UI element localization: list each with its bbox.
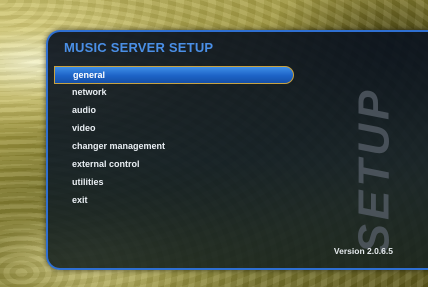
- menu-item-video[interactable]: video: [54, 120, 294, 138]
- panel-title: MUSIC SERVER SETUP: [64, 40, 214, 55]
- menu-item-external-control[interactable]: external control: [54, 156, 294, 174]
- menu-item-audio[interactable]: audio: [54, 102, 294, 120]
- setup-panel: MUSIC SERVER SETUP general network audio…: [46, 30, 428, 270]
- setup-watermark-text: SETUP: [349, 86, 399, 254]
- menu-item-general[interactable]: general: [54, 66, 294, 84]
- menu-item-changer-management[interactable]: changer management: [54, 138, 294, 156]
- setup-watermark: SETUP: [344, 87, 404, 254]
- menu-item-exit[interactable]: exit: [54, 192, 294, 210]
- setup-menu: general network audio video changer mana…: [54, 66, 294, 210]
- menu-item-utilities[interactable]: utilities: [54, 174, 294, 192]
- menu-item-network[interactable]: network: [54, 84, 294, 102]
- version-label: Version 2.0.6.5: [333, 246, 393, 256]
